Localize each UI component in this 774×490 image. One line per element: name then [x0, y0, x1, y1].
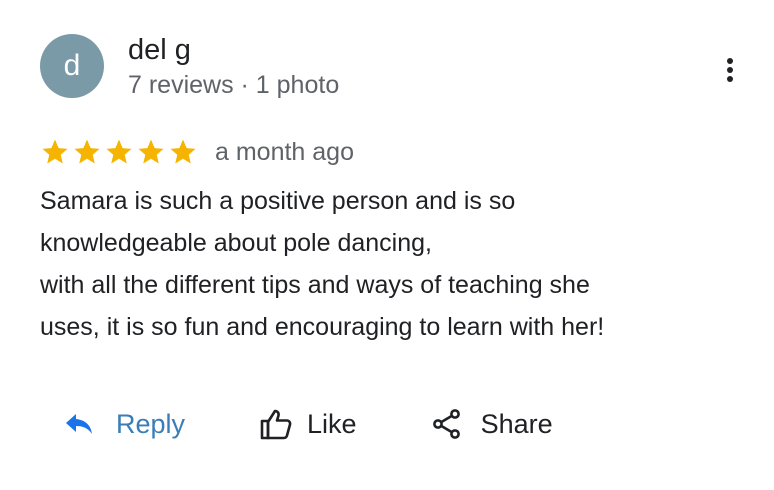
more-options-button[interactable] [712, 52, 748, 88]
review-text-line: Samara is such a positive person and is … [40, 187, 516, 215]
rating-row: a month ago [40, 136, 354, 168]
share-label: Share [480, 409, 553, 439]
review-actions: Reply Like Share [64, 400, 553, 448]
star-icon [42, 139, 68, 164]
review-text-line: uses, it is so fun and encouraging to le… [40, 313, 605, 341]
star-icon [74, 139, 100, 164]
thumbs-up-icon [260, 409, 292, 440]
author-meta[interactable]: 7 reviews · 1 photo [128, 70, 339, 100]
author-name[interactable]: del g [128, 34, 191, 66]
like-label: Like [307, 409, 357, 439]
review-date: a month ago [215, 138, 354, 166]
review-text-line: knowledgeable about pole dancing, [40, 229, 432, 257]
more-vert-icon [727, 58, 733, 82]
avatar[interactable]: d [40, 34, 104, 98]
review-text: Samara is such a positive person and is … [40, 180, 740, 348]
star-icon [106, 139, 132, 164]
share-button[interactable]: Share [431, 408, 553, 440]
share-icon [432, 409, 460, 439]
review-text-line: with all the different tips and ways of … [40, 271, 590, 299]
avatar-letter: d [63, 49, 81, 82]
star-icon [138, 139, 164, 164]
star-rating [40, 137, 200, 167]
star-icon [170, 139, 196, 164]
reply-label: Reply [116, 409, 186, 439]
reply-arrow-icon [66, 414, 92, 434]
reply-button[interactable]: Reply [64, 408, 185, 440]
like-button[interactable]: Like [259, 408, 357, 440]
